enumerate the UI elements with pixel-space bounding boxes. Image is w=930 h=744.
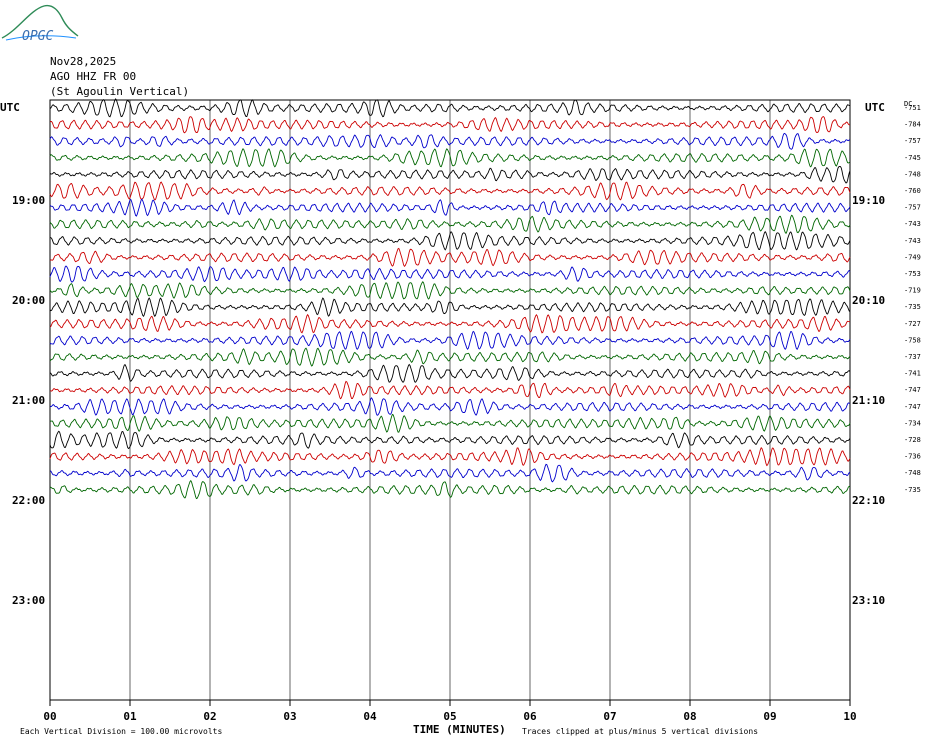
x-tick-label: 00 (43, 710, 56, 723)
dc-offset-label: -748 (904, 469, 921, 477)
right-hour-label: 23:10 (852, 594, 885, 607)
dc-offset-label: -741 (904, 370, 921, 378)
left-hour-label: 19:00 (12, 194, 45, 207)
axis-labels: 00 01 02 03 04 05 06 07 08 09 10 19:00 20:00 21:00 22:… (12, 104, 921, 723)
left-hour-label: 22:00 (12, 494, 45, 507)
x-tick-label: 02 (203, 710, 216, 723)
right-hour-label: 19:10 (852, 194, 885, 207)
x-tick-label: 05 (443, 710, 456, 723)
dc-offset-label: -728 (904, 436, 921, 444)
x-tick-label: 03 (283, 710, 296, 723)
left-utc-label: UTC (0, 101, 20, 114)
dc-offset-label: -757 (904, 204, 921, 212)
dc-offset-label: -753 (904, 270, 921, 278)
left-hour-label: 21:00 (12, 394, 45, 407)
dc-offset-label: -784 (904, 121, 921, 129)
dc-offset-label: -760 (904, 187, 921, 195)
scale-note: Each Vertical Division = 100.00 microvol… (20, 727, 222, 736)
dc-offset-label: -735 (904, 303, 921, 311)
dc-offset-label: -748 (904, 170, 921, 178)
x-tick-label: 04 (363, 710, 377, 723)
dc-offset-label: -719 (904, 287, 921, 295)
dc-offset-label: -737 (904, 353, 921, 361)
x-tick-label: 09 (763, 710, 776, 723)
helicorder-view: OPGC Nov28,2025 AGO HHZ FR 00 (St Agouli… (0, 0, 930, 744)
dc-offset-label: -758 (904, 336, 921, 344)
left-hour-label: 23:00 (12, 594, 45, 607)
clip-note: Traces clipped at plus/minus 5 vertical … (522, 727, 758, 736)
dc-offset-label: -735 (904, 486, 921, 494)
time-grid (49, 99, 851, 706)
x-tick-label: 07 (603, 710, 616, 723)
dc-offset-label: -734 (904, 419, 921, 427)
dc-offset-label: -749 (904, 253, 921, 261)
right-utc-label: UTC (865, 101, 885, 114)
x-tick-label: 10 (843, 710, 856, 723)
dc-offset-label: -757 (904, 137, 921, 145)
left-hour-label: 20:00 (12, 294, 45, 307)
dc-offset-label: -747 (904, 403, 921, 411)
x-axis-title: TIME (MINUTES) (413, 723, 506, 736)
right-hour-label: 22:10 (852, 494, 885, 507)
dc-offset-label: -743 (904, 220, 921, 228)
x-tick-label: 01 (123, 710, 137, 723)
x-tick-label: 06 (523, 710, 537, 723)
dc-offset-label: -747 (904, 386, 921, 394)
dc-offset-label: -743 (904, 237, 921, 245)
right-hour-label: 20:10 (852, 294, 885, 307)
dc-offset-label: -727 (904, 320, 921, 328)
helicorder-plot: 00 01 02 03 04 05 06 07 08 09 10 19:00 20:00 21:00 22:… (0, 98, 921, 736)
dc-label: DC (904, 100, 912, 108)
dc-offset-label: -745 (904, 154, 921, 162)
dc-offset-label: -736 (904, 453, 921, 461)
x-tick-label: 08 (683, 710, 696, 723)
right-hour-label: 21:10 (852, 394, 885, 407)
